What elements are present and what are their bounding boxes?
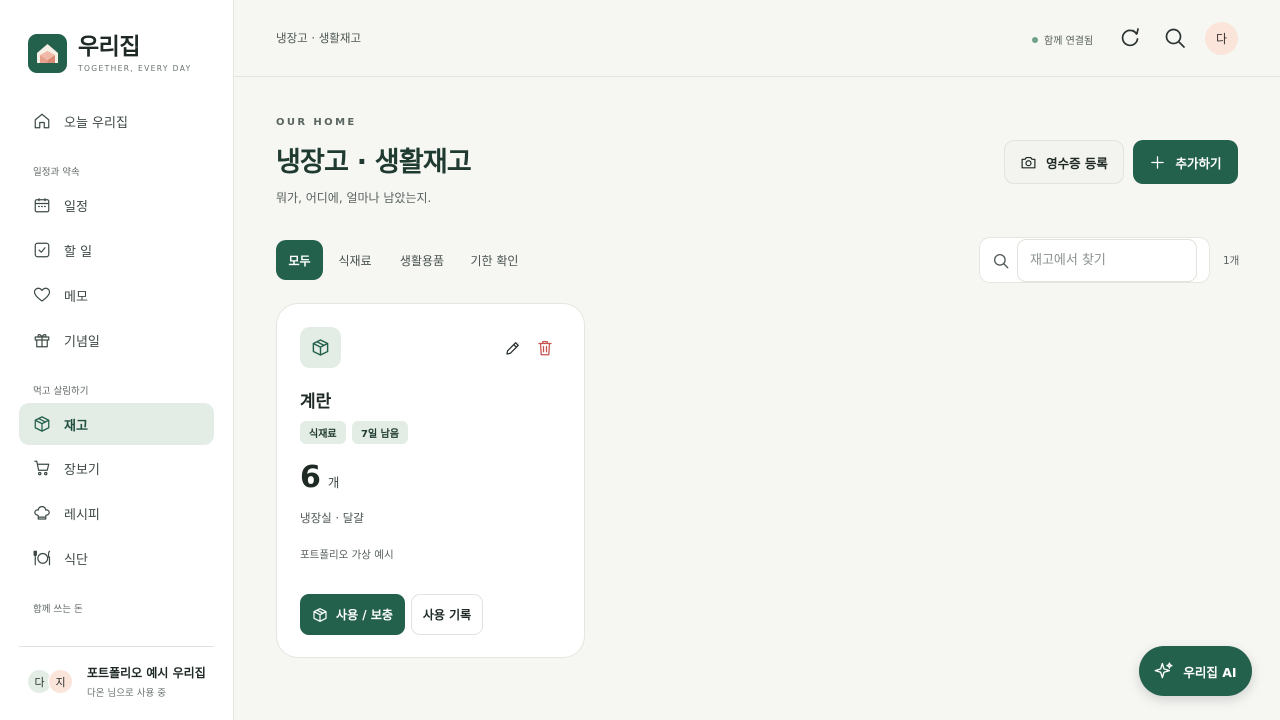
tab-groceries[interactable]: 식재료 [328, 240, 382, 280]
search-input[interactable] [1017, 239, 1197, 282]
ai-assistant-button[interactable]: 우리집 AI [1139, 646, 1252, 696]
search-button[interactable] [1163, 26, 1187, 50]
item-location: 냉장실 · 달걀 [300, 511, 364, 525]
sidebar-item-shopping[interactable]: 장보기 [19, 447, 214, 489]
household-name: 포트폴리오 예시 우리집 [87, 666, 206, 680]
connection-status-label: 함께 연결됨 [1044, 36, 1094, 47]
connection-status: 함께 연결됨 [1032, 32, 1093, 47]
divider [19, 646, 214, 647]
refresh-icon [1121, 28, 1139, 47]
user-avatar[interactable]: 다 [1205, 22, 1238, 55]
box-icon [300, 327, 341, 368]
sidebar-item-label: 장보기 [64, 462, 100, 478]
camera-icon [1021, 156, 1036, 168]
delete-button[interactable] [536, 339, 554, 357]
sidebar: 우리집 TOGETHER, EVERY DAY 오늘 우리집 일정과 약속 일정… [0, 0, 234, 720]
section-label-schedule: 일정과 약속 [33, 167, 80, 178]
ai-assistant-label: 우리집 AI [1183, 664, 1237, 680]
inventory-card: 계란 식재료 7일 남음 6 개 냉장실 · 달걀 포트폴리오 가상 예시 사용… [276, 303, 585, 658]
expiry-badge: 7일 남음 [352, 421, 409, 444]
sidebar-item-inventory[interactable]: 재고 [19, 403, 214, 445]
tab-check-expiry[interactable]: 기한 확인 [463, 240, 526, 280]
tab-household-goods[interactable]: 생활용품 [390, 240, 454, 280]
gift-icon [34, 334, 50, 348]
inventory-search [979, 237, 1210, 283]
sidebar-item-label: 재고 [64, 418, 88, 434]
plus-icon [1151, 155, 1165, 169]
box-icon [34, 416, 50, 432]
household-user-status: 다온 님으로 사용 중 [87, 688, 166, 699]
add-item-label: 추가하기 [1175, 155, 1222, 171]
tab-all[interactable]: 모두 [276, 240, 323, 280]
search-icon [1165, 28, 1185, 48]
sidebar-item-todo[interactable]: 할 일 [19, 229, 214, 271]
use-restock-label: 사용 / 보충 [336, 608, 393, 622]
result-count: 1개 [1223, 255, 1240, 267]
sidebar-item-label: 레시피 [64, 507, 100, 523]
sparkle-icon [1154, 662, 1173, 679]
sidebar-item-label: 일정 [64, 199, 88, 215]
cart-icon [34, 460, 50, 476]
usage-log-button[interactable]: 사용 기록 [411, 594, 483, 635]
plate-icon [33, 550, 51, 566]
quantity-value: 6 [300, 460, 321, 495]
sidebar-item-recipe[interactable]: 레시피 [19, 492, 214, 534]
item-quantity: 6 개 [300, 460, 339, 495]
search-icon [993, 253, 1009, 269]
section-label-household: 먹고 살림하기 [33, 386, 89, 397]
brand-name: 우리집 [78, 34, 140, 60]
quantity-unit: 개 [327, 475, 340, 490]
box-icon [313, 607, 327, 622]
avatar: 지 [48, 669, 73, 694]
sidebar-item-schedule[interactable]: 일정 [19, 184, 214, 226]
home-logo-icon [28, 34, 67, 73]
topbar: 냉장고 · 생활재고 함께 연결됨 다 [234, 0, 1280, 77]
sidebar-item-anniversary[interactable]: 기념일 [19, 319, 214, 361]
breadcrumb: 냉장고 · 생활재고 [276, 31, 362, 45]
edit-button[interactable] [504, 339, 522, 357]
sidebar-item-label: 식단 [64, 552, 88, 568]
register-receipt-button[interactable]: 영수증 등록 [1004, 140, 1124, 184]
sidebar-item-meal[interactable]: 식단 [19, 537, 214, 579]
brand[interactable]: 우리집 TOGETHER, EVERY DAY [28, 34, 192, 73]
checkbox-icon [34, 242, 50, 258]
sidebar-item-today[interactable]: 오늘 우리집 [19, 100, 214, 142]
item-name: 계란 [300, 392, 332, 412]
chef-hat-icon [34, 506, 50, 520]
register-receipt-label: 영수증 등록 [1046, 155, 1108, 171]
section-label-money: 함께 쓰는 돈 [33, 604, 83, 615]
sidebar-item-memo[interactable]: 메모 [19, 274, 214, 316]
sidebar-item-label: 할 일 [64, 244, 93, 260]
sidebar-item-label: 오늘 우리집 [64, 115, 128, 131]
brand-tagline: TOGETHER, EVERY DAY [78, 64, 192, 73]
home-icon [34, 113, 50, 129]
item-note: 포트폴리오 가상 예시 [300, 549, 394, 561]
trash-icon [538, 340, 552, 356]
heart-icon [33, 287, 51, 302]
refresh-button[interactable] [1118, 26, 1142, 50]
current-household[interactable]: 다 지 포트폴리오 예시 우리집 다온 님으로 사용 중 [27, 664, 206, 699]
status-dot-icon [1032, 36, 1038, 43]
add-item-button[interactable]: 추가하기 [1133, 140, 1238, 184]
calendar-icon [34, 198, 50, 213]
page-title: 냉장고 · 생활재고 [276, 147, 472, 178]
page-subtitle: 뭐가, 어디에, 얼마나 남았는지. [276, 191, 432, 205]
pencil-icon [506, 342, 519, 355]
sidebar-item-label: 메모 [64, 289, 88, 305]
category-badge: 식재료 [300, 421, 346, 444]
page-eyebrow: OUR HOME [276, 117, 357, 128]
sidebar-item-label: 기념일 [64, 334, 100, 350]
use-restock-button[interactable]: 사용 / 보충 [300, 594, 405, 635]
